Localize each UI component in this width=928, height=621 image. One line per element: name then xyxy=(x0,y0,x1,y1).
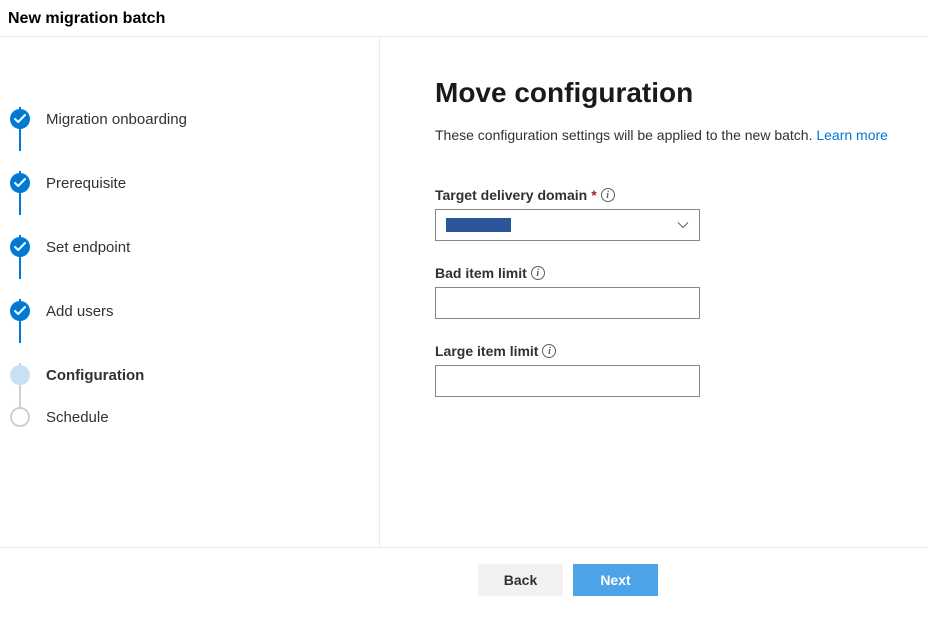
info-icon[interactable]: i xyxy=(542,344,556,358)
step-label: Add users xyxy=(46,303,114,320)
current-step-icon xyxy=(10,365,30,385)
checkmark-icon xyxy=(10,237,30,257)
page-subtitle: These configuration settings will be app… xyxy=(435,127,900,143)
label-text: Bad item limit xyxy=(435,265,527,281)
step-label: Set endpoint xyxy=(46,239,130,256)
step-configuration[interactable]: Configuration xyxy=(10,343,369,407)
wizard-title: New migration batch xyxy=(8,10,920,28)
next-button[interactable]: Next xyxy=(573,564,658,596)
chevron-down-icon xyxy=(677,219,689,231)
page-title: Move configuration xyxy=(435,77,900,109)
label-text: Target delivery domain xyxy=(435,187,587,203)
bad-item-limit-input[interactable] xyxy=(435,287,700,319)
wizard-stepper: Migration onboarding Prerequisite Set en… xyxy=(0,37,380,547)
checkmark-icon xyxy=(10,301,30,321)
target-domain-select[interactable] xyxy=(435,209,700,241)
step-label: Prerequisite xyxy=(46,175,126,192)
upcoming-step-icon xyxy=(10,407,30,427)
wizard-footer: Back Next xyxy=(0,547,928,612)
subtitle-text: These configuration settings will be app… xyxy=(435,127,816,143)
field-label: Bad item limit i xyxy=(435,265,900,281)
step-label: Configuration xyxy=(46,367,144,384)
step-set-endpoint[interactable]: Set endpoint xyxy=(10,215,369,279)
field-target-delivery-domain: Target delivery domain * i xyxy=(435,187,900,241)
checkmark-icon xyxy=(10,173,30,193)
back-button[interactable]: Back xyxy=(478,564,563,596)
info-icon[interactable]: i xyxy=(531,266,545,280)
select-value-redacted xyxy=(446,218,511,232)
field-large-item-limit: Large item limit i xyxy=(435,343,900,397)
step-label: Schedule xyxy=(46,409,109,426)
wizard-header: New migration batch xyxy=(0,0,928,37)
step-schedule[interactable]: Schedule xyxy=(10,407,369,427)
step-label: Migration onboarding xyxy=(46,111,187,128)
large-item-limit-input[interactable] xyxy=(435,365,700,397)
learn-more-link[interactable]: Learn more xyxy=(816,127,888,143)
step-add-users[interactable]: Add users xyxy=(10,279,369,343)
checkmark-icon xyxy=(10,109,30,129)
field-label: Large item limit i xyxy=(435,343,900,359)
field-bad-item-limit: Bad item limit i xyxy=(435,265,900,319)
label-text: Large item limit xyxy=(435,343,538,359)
info-icon[interactable]: i xyxy=(601,188,615,202)
step-prerequisite[interactable]: Prerequisite xyxy=(10,151,369,215)
required-mark: * xyxy=(591,187,596,203)
wizard-content: Move configuration These configuration s… xyxy=(380,37,928,547)
field-label: Target delivery domain * i xyxy=(435,187,900,203)
step-migration-onboarding[interactable]: Migration onboarding xyxy=(10,87,369,151)
